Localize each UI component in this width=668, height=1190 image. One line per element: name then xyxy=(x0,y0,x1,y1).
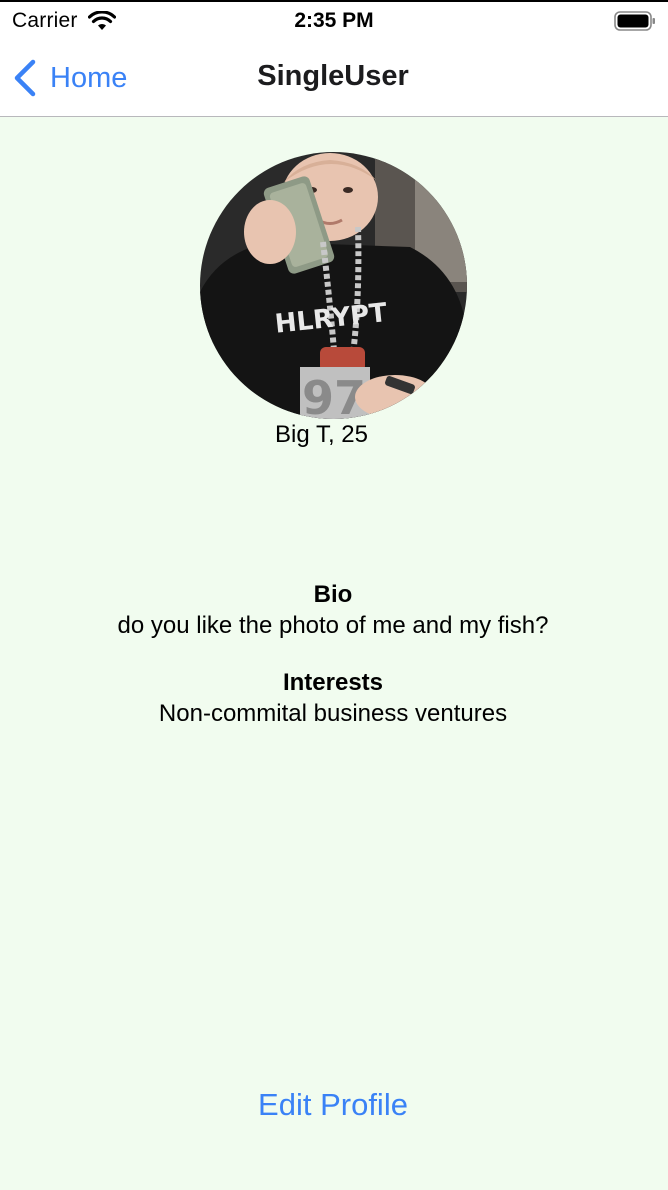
page-title: SingleUser xyxy=(257,60,409,92)
profile-content: HLRYPT 97 Big T, 25 Bio do you like the … xyxy=(0,117,668,1190)
bio-text: do you like the photo of me and my fish? xyxy=(117,612,549,639)
bio-heading: Bio xyxy=(313,581,353,608)
edit-profile-button[interactable]: Edit Profile xyxy=(0,1087,666,1123)
profile-photo-illustration: HLRYPT 97 xyxy=(200,152,467,419)
battery-icon xyxy=(614,11,655,31)
status-time: 2:35 PM xyxy=(294,9,374,32)
navigation-bar: Home SingleUser xyxy=(0,40,668,117)
name-age-label: Big T, 25 xyxy=(275,421,368,448)
interests-text: Non-commital business ventures xyxy=(158,700,508,727)
profile-photo: HLRYPT 97 xyxy=(200,152,467,419)
interests-heading: Interests xyxy=(282,669,384,696)
status-bar: Carrier 2:35 PM xyxy=(0,0,668,40)
